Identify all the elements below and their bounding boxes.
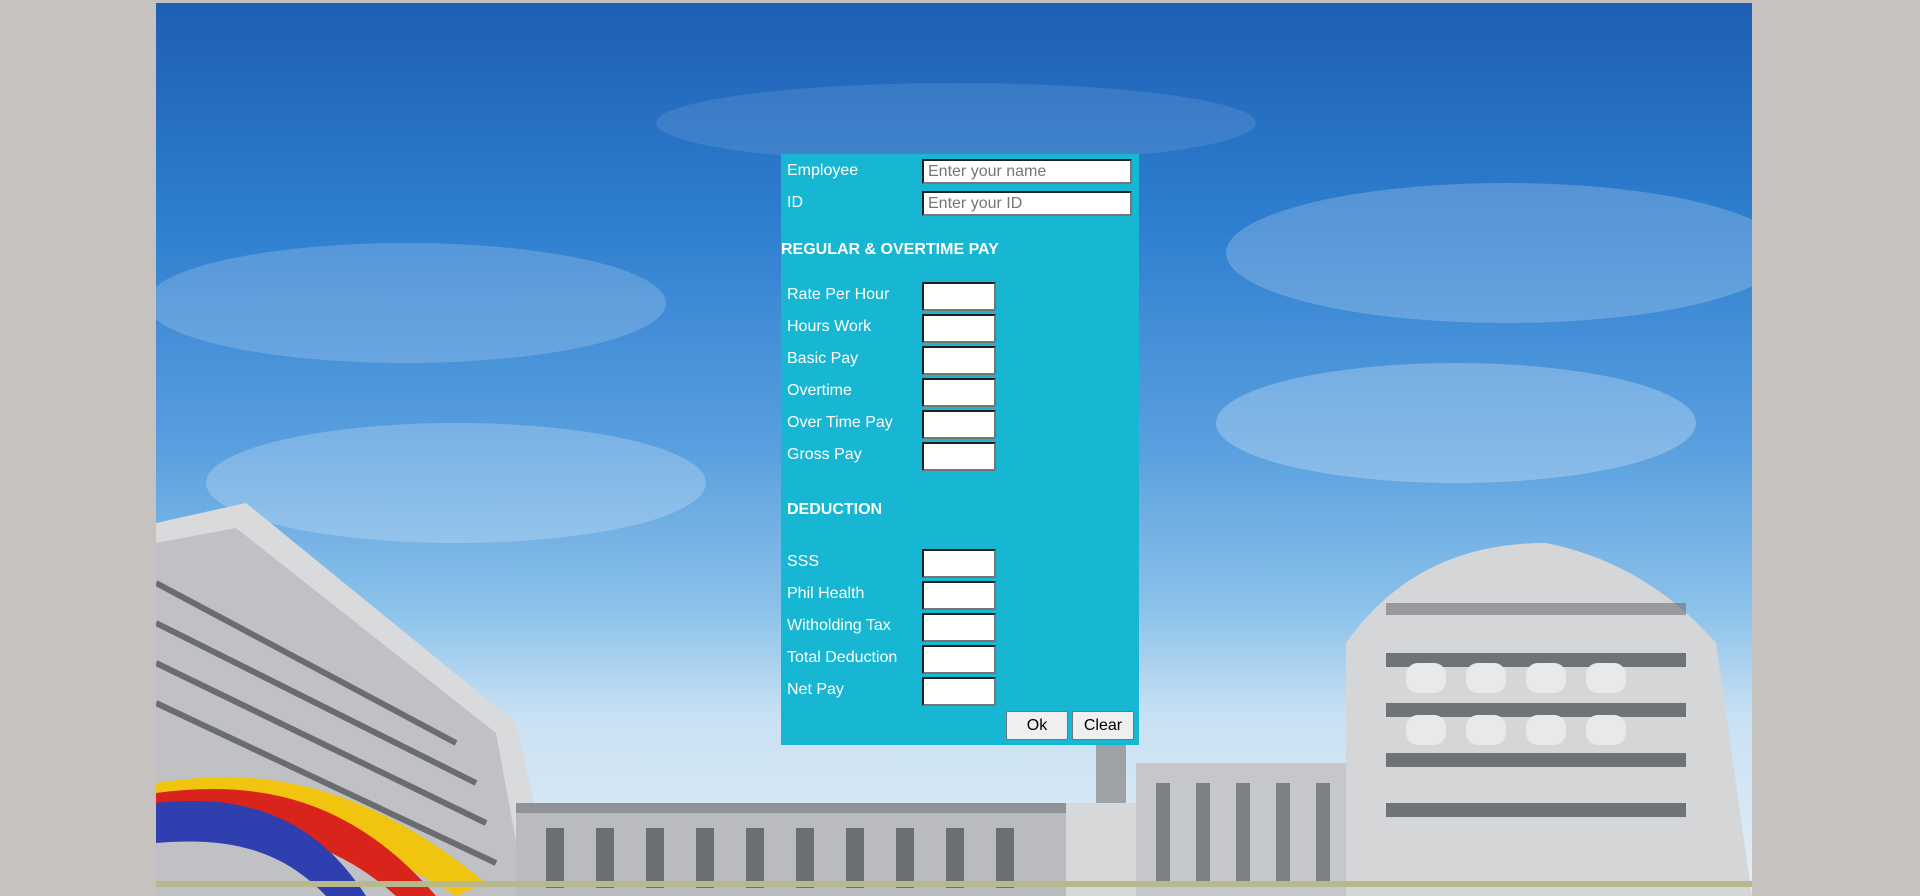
net-pay-input[interactable] [922, 677, 996, 706]
employee-row: Employee [781, 157, 1139, 185]
gross-pay-row: Gross Pay [781, 441, 1139, 471]
total-deduction-row: Total Deduction [781, 644, 1139, 674]
witholding-tax-input[interactable] [922, 613, 996, 642]
basic-pay-row: Basic Pay [781, 345, 1139, 375]
sss-input[interactable] [922, 549, 996, 578]
net-pay-label: Net Pay [787, 681, 844, 698]
witholding-tax-row: Witholding Tax [781, 612, 1139, 642]
gross-pay-label: Gross Pay [787, 446, 862, 463]
total-deduction-input[interactable] [922, 645, 996, 674]
gross-pay-input[interactable] [922, 442, 996, 471]
net-pay-row: Net Pay [781, 676, 1139, 706]
overtime-row: Overtime [781, 377, 1139, 407]
overtime-label: Overtime [787, 382, 852, 399]
hours-work-label: Hours Work [787, 318, 872, 335]
hours-work-row: Hours Work [781, 313, 1139, 343]
sss-row: SSS [781, 548, 1139, 578]
payroll-form: Employee ID REGULAR & OVERTIME PAY Rate … [781, 154, 1139, 745]
rate-per-hour-input[interactable] [922, 282, 996, 311]
ok-button[interactable]: Ok [1006, 711, 1068, 740]
total-deduction-label: Total Deduction [787, 649, 898, 666]
employee-name-input[interactable] [922, 159, 1132, 184]
witholding-tax-label: Witholding Tax [787, 617, 891, 634]
hours-work-input[interactable] [922, 314, 996, 343]
regular-overtime-heading: REGULAR & OVERTIME PAY [781, 241, 999, 258]
basic-pay-label: Basic Pay [787, 350, 859, 367]
phil-health-row: Phil Health [781, 580, 1139, 610]
id-row: ID [781, 189, 1139, 217]
rate-per-hour-row: Rate Per Hour [781, 281, 1139, 311]
deduction-heading: DEDUCTION [787, 501, 883, 518]
clear-button[interactable]: Clear [1072, 711, 1134, 740]
rate-per-hour-label: Rate Per Hour [787, 286, 890, 303]
phil-health-label: Phil Health [787, 585, 865, 602]
employee-label: Employee [787, 162, 859, 179]
over-time-pay-label: Over Time Pay [787, 414, 893, 431]
basic-pay-input[interactable] [922, 346, 996, 375]
sss-label: SSS [787, 553, 820, 570]
overtime-input[interactable] [922, 378, 996, 407]
over-time-pay-row: Over Time Pay [781, 409, 1139, 439]
employee-id-input[interactable] [922, 191, 1132, 216]
id-label: ID [787, 194, 803, 211]
over-time-pay-input[interactable] [922, 410, 996, 439]
phil-health-input[interactable] [922, 581, 996, 610]
